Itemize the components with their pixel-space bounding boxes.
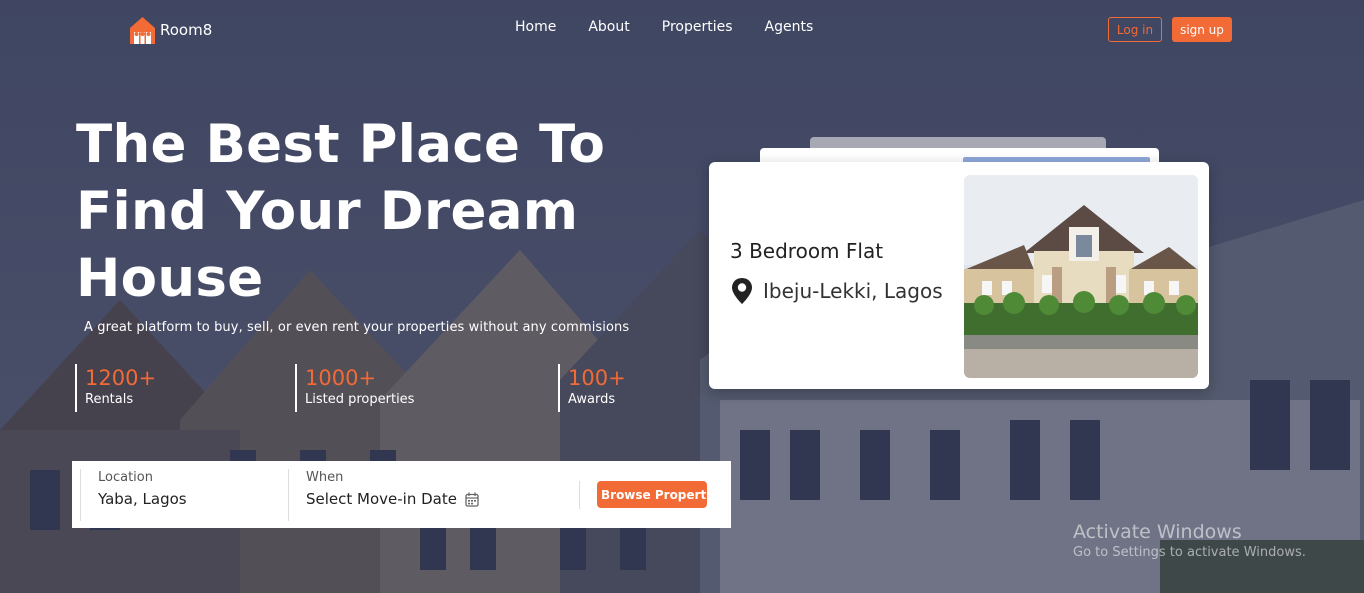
nav-links: Home About Properties Agents — [515, 19, 813, 35]
when-value-row: Select Move-in Date — [306, 486, 506, 512]
signup-button[interactable]: sign up — [1172, 17, 1232, 42]
stat-label: Awards — [568, 392, 616, 407]
divider — [579, 481, 580, 509]
nav-link-properties[interactable]: Properties — [662, 19, 733, 35]
when-label: When — [306, 470, 344, 485]
property-location: Ibeju-Lekki, Lagos — [730, 277, 943, 305]
property-search-bar: Location Yaba, Lagos When Select Move-in… — [72, 461, 731, 528]
map-pin-icon — [732, 278, 752, 304]
divider — [288, 469, 289, 521]
login-button[interactable]: Log in — [1108, 17, 1162, 42]
browse-properties-button[interactable]: Browse Propertie — [597, 481, 707, 508]
stat-rentals: 1200+ Rentals — [75, 364, 156, 412]
watermark-subtitle: Go to Settings to activate Windows. — [1073, 545, 1306, 560]
hero-title: The Best Place To Find Your Dream House — [76, 114, 606, 309]
stat-listed-properties: 1000+ Listed properties — [295, 364, 414, 412]
top-navbar: Room8 Home About Properties Agents Log i… — [0, 0, 1364, 58]
location-value: Yaba, Lagos — [98, 490, 187, 508]
property-title: 3 Bedroom Flat — [730, 239, 884, 263]
brand-logo[interactable]: Room8 — [129, 16, 212, 44]
location-label: Location — [98, 470, 153, 485]
nav-link-home[interactable]: Home — [515, 19, 556, 35]
nav-link-about[interactable]: About — [588, 19, 629, 35]
windows-activation-watermark: Activate Windows Go to Settings to activ… — [1073, 521, 1306, 563]
location-field[interactable]: Location Yaba, Lagos — [98, 470, 278, 520]
divider — [80, 469, 81, 521]
property-location-text: Ibeju-Lekki, Lagos — [763, 279, 943, 303]
stat-value: 1200+ — [85, 366, 157, 390]
property-photo — [964, 175, 1198, 378]
stat-awards: 100+ Awards — [558, 364, 626, 412]
stat-value: 100+ — [568, 366, 626, 390]
nav-link-agents[interactable]: Agents — [765, 19, 814, 35]
stat-label: Rentals — [85, 392, 134, 407]
featured-property-card[interactable]: 3 Bedroom Flat Ibeju-Lekki, Lagos — [709, 162, 1209, 389]
watermark-title: Activate Windows — [1073, 521, 1242, 543]
stat-value: 1000+ — [305, 366, 377, 390]
hero-subtitle: A great platform to buy, sell, or even r… — [84, 320, 630, 335]
brand-name: Room8 — [160, 21, 213, 39]
move-in-date-field[interactable]: When Select Move-in Date — [306, 470, 506, 520]
stat-label: Listed properties — [305, 392, 415, 407]
house-logo-icon — [130, 17, 155, 44]
calendar-icon[interactable] — [465, 492, 479, 507]
when-value: Select Move-in Date — [306, 490, 457, 508]
